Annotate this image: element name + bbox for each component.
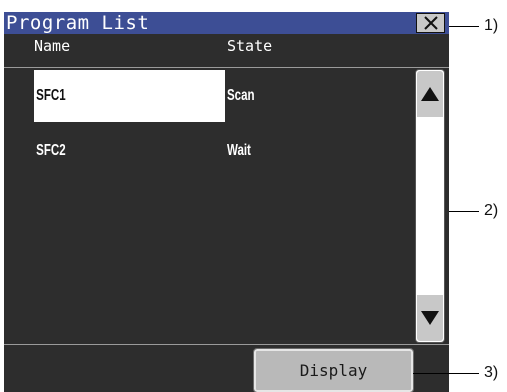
program-row[interactable]: SFC1 Scan bbox=[34, 70, 414, 122]
callout-line-1 bbox=[449, 26, 479, 27]
title-bar: Program List bbox=[4, 12, 449, 34]
program-list-window: Program List Name State SFC1 Scan SFC2 W… bbox=[4, 12, 449, 392]
close-button[interactable] bbox=[416, 13, 445, 33]
scroll-up-button[interactable] bbox=[417, 71, 443, 117]
window-title: Program List bbox=[6, 12, 150, 34]
triangle-down-icon bbox=[421, 311, 439, 325]
column-header-name: Name bbox=[34, 37, 71, 55]
footer-bar: Display bbox=[4, 347, 449, 392]
program-list: SFC1 Scan SFC2 Wait bbox=[4, 67, 449, 345]
callout-label-1: 1) bbox=[484, 17, 499, 34]
callout-label-2: 2) bbox=[484, 202, 499, 219]
scroll-down-button[interactable] bbox=[417, 295, 443, 341]
display-button[interactable]: Display bbox=[253, 348, 414, 392]
program-row[interactable]: SFC2 Wait bbox=[34, 125, 414, 177]
program-name: SFC1 bbox=[36, 87, 66, 104]
callout-label-3: 3) bbox=[484, 364, 499, 381]
callout-line-3 bbox=[413, 373, 479, 374]
program-state: Scan bbox=[227, 87, 255, 104]
figure: Program List Name State SFC1 Scan SFC2 W… bbox=[0, 0, 507, 392]
column-header-state: State bbox=[227, 37, 273, 55]
program-name: SFC2 bbox=[36, 142, 66, 159]
callout-line-2 bbox=[449, 211, 479, 212]
vertical-scrollbar[interactable] bbox=[415, 69, 445, 343]
close-icon bbox=[423, 16, 438, 30]
program-state: Wait bbox=[227, 142, 251, 159]
triangle-up-icon bbox=[421, 87, 439, 101]
